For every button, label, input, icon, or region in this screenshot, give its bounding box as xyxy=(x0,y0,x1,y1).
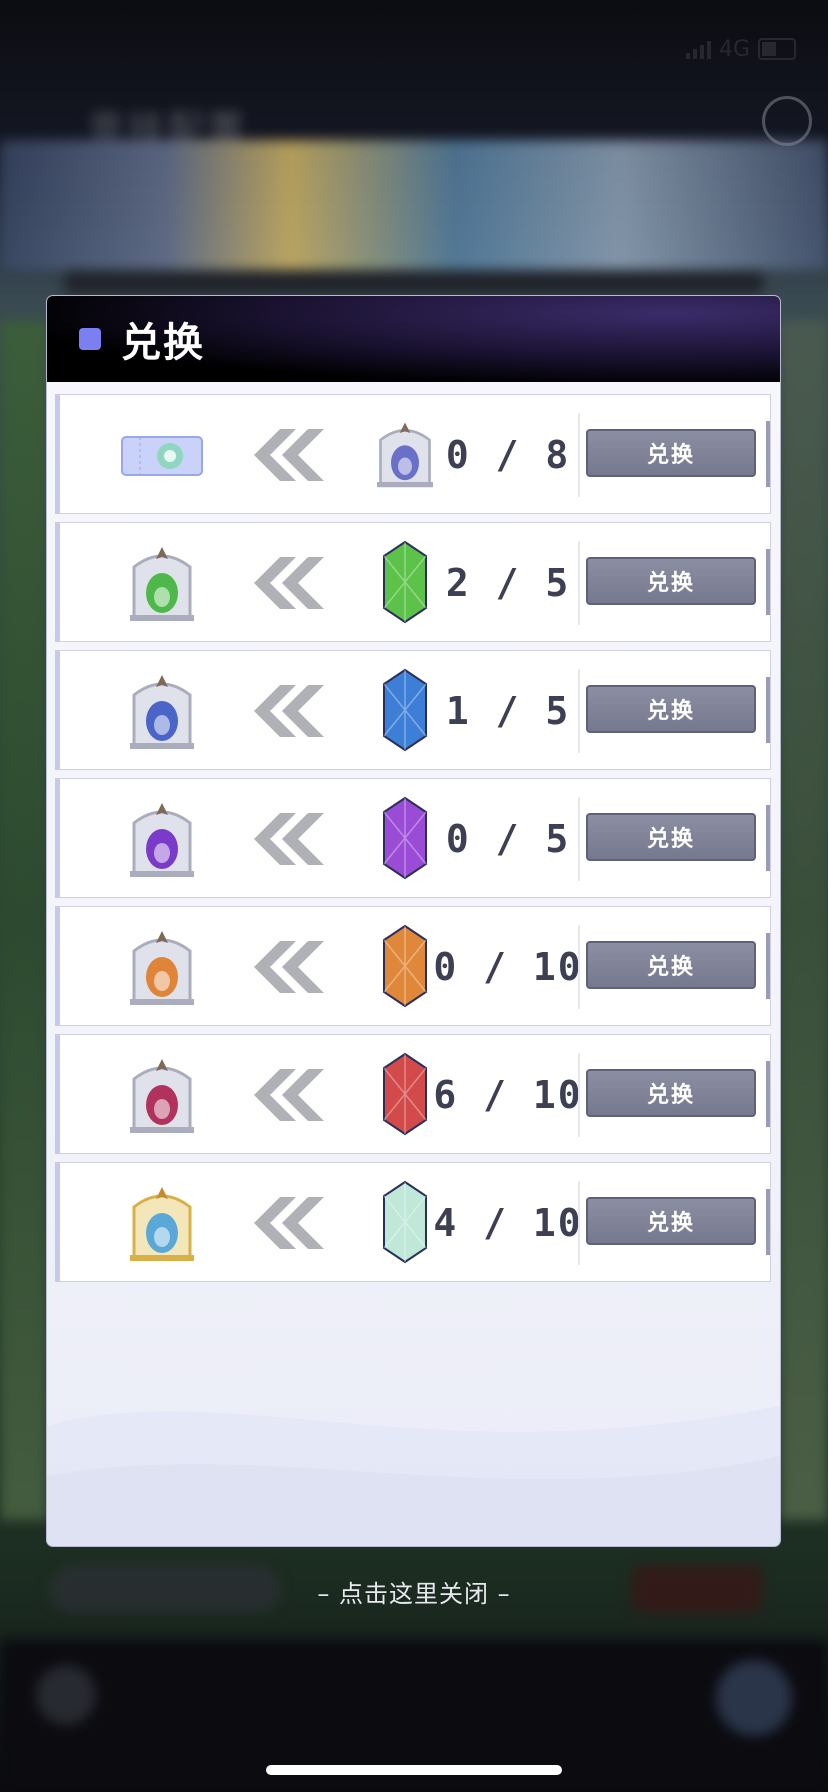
row-edge-marker xyxy=(766,805,770,871)
frame-green-icon xyxy=(120,543,204,623)
exchange-button[interactable]: 兑换 xyxy=(586,557,756,605)
background-banner xyxy=(0,140,828,270)
row-edge-marker xyxy=(766,421,770,487)
exchange-row: 2 / 5 兑换 xyxy=(55,522,771,642)
background-back-icon xyxy=(36,1665,96,1725)
background-bar xyxy=(64,270,764,294)
modal-header: 兑换 xyxy=(47,296,780,382)
frame-purple-icon xyxy=(120,799,204,879)
help-icon xyxy=(762,96,812,146)
double-arrow-left-icon xyxy=(240,681,330,741)
double-arrow-left-icon xyxy=(240,425,330,485)
row-divider xyxy=(578,413,580,497)
exchange-row: 1 / 5 兑换 xyxy=(55,650,771,770)
frame-blue-icon xyxy=(370,411,440,497)
gem-green-icon xyxy=(370,539,440,625)
header-square-icon xyxy=(79,328,101,350)
gem-orange-icon xyxy=(370,923,440,1009)
gem-rainbow-icon xyxy=(370,1179,440,1265)
exchange-button[interactable]: 兑换 xyxy=(586,1069,756,1117)
signal-icon xyxy=(685,39,711,59)
double-arrow-left-icon xyxy=(240,1065,330,1125)
exchange-row: 6 / 10 兑换 xyxy=(55,1034,771,1154)
background-field-right xyxy=(780,320,828,1520)
frame-orange-icon xyxy=(120,927,204,1007)
frame-red-icon xyxy=(120,1055,204,1135)
exchange-row: 0 / 5 兑换 xyxy=(55,778,771,898)
close-modal-hint[interactable]: – 点击这里关闭 – xyxy=(0,1574,828,1609)
row-divider xyxy=(578,1181,580,1265)
row-edge-marker xyxy=(766,677,770,743)
exchange-count: 1 / 5 xyxy=(445,689,571,733)
gem-red-icon xyxy=(370,1051,440,1137)
exchange-button[interactable]: 兑换 xyxy=(586,1197,756,1245)
battery-icon xyxy=(758,38,796,60)
exchange-button[interactable]: 兑换 xyxy=(586,429,756,477)
row-divider xyxy=(578,925,580,1009)
exchange-count: 0 / 10 xyxy=(433,945,583,989)
exchange-button[interactable]: 兑换 xyxy=(586,813,756,861)
exchange-count: 6 / 10 xyxy=(433,1073,583,1117)
row-divider xyxy=(578,1053,580,1137)
background-avatar-icon xyxy=(716,1660,792,1736)
exchange-row: 0 / 10 兑换 xyxy=(55,906,771,1026)
network-label: 4G xyxy=(718,36,750,62)
double-arrow-left-icon xyxy=(240,937,330,997)
exchange-row: 0 / 8 兑换 xyxy=(55,394,771,514)
row-edge-marker xyxy=(766,1189,770,1255)
ticket-icon xyxy=(120,415,204,495)
double-arrow-left-icon xyxy=(240,1193,330,1253)
row-edge-marker xyxy=(766,549,770,615)
exchange-count: 4 / 10 xyxy=(433,1201,583,1245)
double-arrow-left-icon xyxy=(240,809,330,869)
screen: 竞技配置 4G 兑换 0 / 8 兑换 2 / 5 兑换 1 / 5 兑换 0 / 5 兑换 0… xyxy=(0,0,828,1792)
exchange-list: 0 / 8 兑换 2 / 5 兑换 1 / 5 兑换 0 / 5 兑换 0 / 10 兑换 6 / … xyxy=(55,394,773,1290)
row-edge-marker xyxy=(766,1061,770,1127)
exchange-modal: 兑换 0 / 8 兑换 2 / 5 兑换 1 / 5 兑换 0 / 5 兑换 0 / 10 兑换 6… xyxy=(47,296,780,1546)
modal-wave-decoration xyxy=(47,1406,780,1546)
row-divider xyxy=(578,541,580,625)
exchange-count: 2 / 5 xyxy=(445,561,571,605)
row-edge-marker xyxy=(766,933,770,999)
exchange-count: 0 / 8 xyxy=(445,433,571,477)
gem-purple-icon xyxy=(370,795,440,881)
status-bar: 4G xyxy=(685,34,796,64)
frame-gold-icon xyxy=(120,1183,204,1263)
exchange-button[interactable]: 兑换 xyxy=(586,941,756,989)
row-divider xyxy=(578,797,580,881)
exchange-count: 0 / 5 xyxy=(445,817,571,861)
gem-blue-icon xyxy=(370,667,440,753)
exchange-row: 4 / 10 兑换 xyxy=(55,1162,771,1282)
background-field-left xyxy=(0,320,48,1520)
frame-blue-icon xyxy=(120,671,204,751)
double-arrow-left-icon xyxy=(240,553,330,613)
row-divider xyxy=(578,669,580,753)
exchange-button[interactable]: 兑换 xyxy=(586,685,756,733)
modal-title: 兑换 xyxy=(121,320,205,366)
home-indicator[interactable] xyxy=(266,1765,562,1775)
